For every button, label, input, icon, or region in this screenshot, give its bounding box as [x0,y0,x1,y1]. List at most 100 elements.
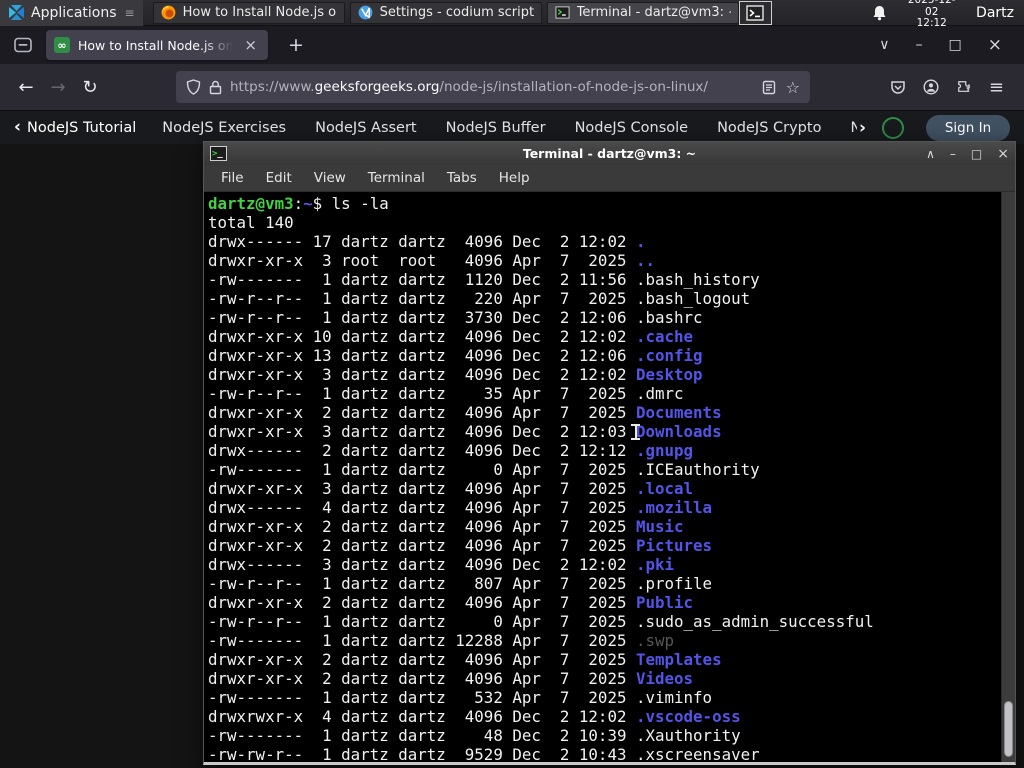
applications-label: Applications [31,4,117,21]
ls-output-row: -rw-r--r-- 1 dartz dartz 807 Apr 7 2025 … [208,574,713,593]
terminal-icon [555,5,570,20]
taskbar-button-terminal[interactable]: Terminal - dartz@vm3: ~ [546,1,739,24]
window-controls: ∨ – □ × [879,35,1016,55]
terminal-menubar: File Edit View Terminal Tabs Help [204,165,1015,192]
chevron-right-icon[interactable]: › [859,118,866,138]
terminal-total-line: total 140 [208,213,294,232]
geeksforgeeks-subheader: ‹ NodeJS Tutorial NodeJS Exercises NodeJS… [0,110,1024,144]
taskbar-button-vscodium[interactable]: Settings - codium script... [349,1,542,24]
taskbar-button-firefox[interactable]: How to Install Node.js o... [152,1,345,24]
forward-button[interactable]: → [42,71,74,103]
new-tab-button[interactable]: + [280,34,312,56]
site-nav-link[interactable]: NodeJS Exercises [162,120,286,136]
list-tabs-icon[interactable]: ∨ [879,37,889,53]
shade-icon[interactable]: ∧ [926,147,935,161]
site-nav-link[interactable]: NodeJS Assert [315,120,417,136]
reader-mode-icon[interactable] [762,80,776,95]
pocket-icon[interactable] [890,80,906,95]
ls-output-row: drwxr-xr-x 3 dartz dartz 4096 Dec 2 12:0… [208,422,722,441]
url-text[interactable]: https://www.geeksforgeeks.org/node-js/in… [230,79,754,95]
ls-output-row: -rw------- 1 dartz dartz 0 Apr 7 2025 .I… [208,460,760,479]
ls-output-row: -rw-r--r-- 1 dartz dartz 35 Apr 7 2025 .… [208,384,684,403]
maximize-icon[interactable]: □ [971,147,982,161]
address-bar[interactable]: https://www.geeksforgeeks.org/node-js/in… [176,71,810,103]
ls-output-row: -rw------- 1 dartz dartz 532 Apr 7 2025 … [208,688,713,707]
ls-output-row: -rw------- 1 dartz dartz 1120 Dec 2 11:5… [208,270,760,289]
close-icon[interactable]: × [997,146,1009,162]
terminal-menu-edit[interactable]: Edit [255,166,303,190]
terminal-titlebar[interactable]: > _ Terminal - dartz@vm3: ~ ∧ – □ × [204,142,1015,165]
distro-logo-icon [8,4,25,21]
terminal-title: Terminal - dartz@vm3: ~ [522,146,697,161]
ls-output-row: drwx------ 2 dartz dartz 4096 Dec 2 12:1… [208,441,694,460]
account-icon[interactable] [923,79,939,95]
taskbar-label: How to Install Node.js o... [182,5,337,20]
ls-output-row: drwxr-xr-x 2 dartz dartz 4096 Apr 7 2025… [208,650,722,669]
ls-output-row: -rw------- 1 dartz dartz 12288 Apr 7 202… [208,631,675,650]
terminal-menu-view[interactable]: View [303,166,357,190]
clock-date: 2025-12-02 [907,0,956,18]
reload-button[interactable]: ↻ [74,71,106,103]
ls-output-row: drwxr-xr-x 3 dartz dartz 4096 Dec 2 12:0… [208,365,703,384]
tab-close-icon[interactable]: × [241,37,260,54]
notifications-bell-icon[interactable] [872,5,887,21]
ls-output-row: drwxr-xr-x 13 dartz dartz 4096 Dec 2 12:… [208,346,703,365]
minimize-icon[interactable]: – [916,37,923,53]
site-nav-link[interactable]: NodeJS Buffer [446,120,546,136]
toolbar-right-icons: ≡ [890,77,1014,98]
ls-output-row: -rw-r--r-- 1 dartz dartz 0 Apr 7 2025 .s… [208,612,874,631]
site-nav-link[interactable]: NodeJS Crypto [717,120,821,136]
ls-output-row: drwx------ 4 dartz dartz 4096 Apr 7 2025… [208,498,713,517]
search-icon[interactable] [882,116,904,139]
site-nav-links: NodeJS Exercises NodeJS Assert NodeJS Buff… [162,120,857,136]
ls-output-row: drwxr-xr-x 2 dartz dartz 4096 Apr 7 2025… [208,403,722,422]
minimize-icon[interactable]: – [950,147,956,161]
window-list: How to Install Node.js o... Settings - c… [152,1,739,24]
ls-output-row: drwxr-xr-x 10 dartz dartz 4096 Dec 2 12:… [208,327,694,346]
tray-terminal-icon[interactable] [738,0,773,25]
lock-icon[interactable] [209,80,222,95]
bookmark-star-icon[interactable]: ☆ [786,78,800,97]
site-nav-link[interactable]: NodeJS Console [575,120,689,136]
close-icon[interactable]: × [988,35,1002,55]
applications-menu-button[interactable]: Applications ≡ [0,0,143,26]
top-panel: Applications ≡ How to Install Node.js o.… [0,0,1024,29]
maximize-icon[interactable]: □ [949,37,962,53]
site-nav-link[interactable]: NodeJS DNS [850,120,857,136]
panel-clock[interactable]: 2025-12-02 12:12 [901,0,962,30]
ls-output-row: -rw------- 1 dartz dartz 48 Dec 2 10:39 … [208,726,741,745]
user-menu[interactable]: Dartz [976,5,1016,21]
ls-output-row: -rw-r--r-- 1 dartz dartz 220 Apr 7 2025 … [208,289,751,308]
terminal-scrollbar[interactable] [1001,192,1015,762]
tab-bar: ∞ How to Install Node.js on × + ∨ – □ × [0,26,1024,64]
vscodium-icon [358,5,373,20]
tab-nodejs-install[interactable]: ∞ How to Install Node.js on × [46,30,268,60]
site-nav-back-link[interactable]: ‹ NodeJS Tutorial [14,119,136,136]
menu-indicator-icon: ≡ [124,5,135,20]
clock-time: 12:12 [916,17,947,30]
scrollbar-thumb[interactable] [1004,701,1013,757]
terminal-prompt-line: dartz@vm3:~$ ls -la [208,194,389,213]
ls-output-row: drwxr-xr-x 3 root root 4096 Apr 7 2025 .… [208,251,656,270]
terminal-window-controls: ∧ – □ × [926,146,1009,162]
ls-output-row: drwxr-xr-x 2 dartz dartz 4096 Apr 7 2025… [208,536,713,555]
sign-in-button[interactable]: Sign In [926,114,1010,141]
app-menu-icon[interactable]: ≡ [989,77,1004,98]
terminal-menu-help[interactable]: Help [488,166,541,190]
ls-output-row: drwxr-xr-x 2 dartz dartz 4096 Apr 7 2025… [208,593,694,612]
ls-output-row: drwxrwxr-x 4 dartz dartz 4096 Dec 2 12:0… [208,707,741,726]
firefox-icon [161,5,176,20]
tracking-shield-icon[interactable] [186,79,201,95]
firefox-view-icon[interactable] [8,32,38,58]
terminal-menu-tabs[interactable]: Tabs [436,166,488,190]
tab-title: How to Install Node.js on [78,37,234,53]
terminal-body[interactable]: dartz@vm3:~$ ls -la total 140 drwx------ 1… [204,192,1015,762]
back-button[interactable]: ← [10,71,42,103]
ls-output-row: drwx------ 17 dartz dartz 4096 Dec 2 12:… [208,232,646,251]
terminal-menu-terminal[interactable]: Terminal [357,166,436,190]
terminal-menu-file[interactable]: File [210,166,255,190]
terminal-output: dartz@vm3:~$ ls -la total 140 drwx------ 1… [208,194,999,762]
extensions-puzzle-icon[interactable] [956,79,972,95]
ls-output-row: -rw-r--r-- 1 dartz dartz 3730 Dec 2 12:0… [208,308,703,327]
geeksforgeeks-favicon: ∞ [54,37,70,53]
